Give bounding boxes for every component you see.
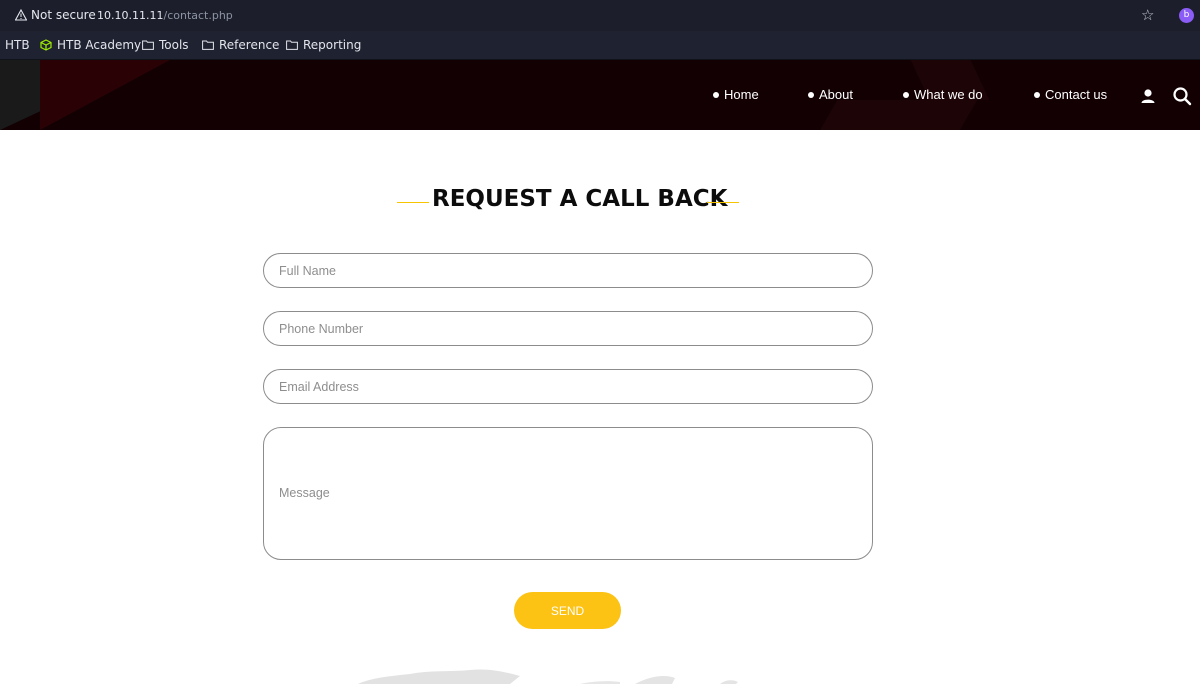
security-label: Not secure [31, 8, 96, 22]
url-host: 10.10.11.11 [97, 9, 164, 22]
profile-avatar[interactable]: b [1179, 8, 1194, 23]
full-name-input[interactable] [263, 253, 873, 288]
header-decoration [40, 60, 170, 130]
bookmark-htb[interactable]: HTB [5, 38, 30, 52]
nav-label: Home [724, 87, 759, 102]
site-header: Home About What we do Contact us [0, 60, 1200, 130]
url-path: /contact.php [163, 9, 233, 22]
heading-divider-right [707, 202, 739, 203]
send-button[interactable]: SEND [514, 592, 621, 629]
folder-icon [142, 40, 154, 50]
bookmark-label: Reference [219, 38, 280, 52]
nav-about[interactable]: About [808, 87, 853, 102]
nav-label: Contact us [1045, 87, 1108, 102]
warning-icon [15, 9, 27, 21]
security-indicator[interactable]: Not secure [15, 8, 96, 22]
bookmark-htb-academy[interactable]: HTB Academy [40, 38, 141, 52]
bookmark-label: HTB Academy [57, 38, 142, 52]
nav-label: What we do [914, 87, 983, 102]
browser-address-bar: Not secure 10.10.11.11/contact.php ☆ b [0, 0, 1200, 31]
bookmark-reporting[interactable]: Reporting [286, 38, 361, 52]
form-heading: REQUEST A CALL BACK [0, 186, 1200, 218]
bookmark-label: HTB [5, 38, 30, 52]
htb-cube-icon [40, 39, 52, 51]
bookmark-label: Tools [159, 38, 189, 52]
folder-icon [286, 40, 298, 50]
url-field[interactable]: 10.10.11.11/contact.php [97, 9, 233, 22]
header-decoration [802, 100, 978, 130]
email-address-input[interactable] [263, 369, 873, 404]
phone-number-input[interactable] [263, 311, 873, 346]
bullet-icon [713, 91, 719, 98]
nav-label: About [819, 87, 853, 102]
bullet-icon [808, 91, 814, 98]
bookmark-tools[interactable]: Tools [142, 38, 189, 52]
bullet-icon [1034, 91, 1040, 98]
user-icon[interactable] [1140, 88, 1156, 104]
folder-icon [202, 40, 214, 50]
nav-contact-us[interactable]: Contact us [1034, 87, 1107, 102]
bookmark-label: Reporting [303, 38, 362, 52]
nav-what-we-do[interactable]: What we do [903, 87, 983, 102]
world-map-graphic [358, 669, 738, 684]
message-textarea[interactable] [263, 427, 873, 560]
bullet-icon [903, 91, 909, 98]
heading-divider-left [397, 202, 429, 203]
bookmarks-bar: HTB HTB Academy Tools Reference Reportin… [0, 31, 1200, 60]
bookmark-reference[interactable]: Reference [202, 38, 279, 52]
search-icon[interactable] [1172, 86, 1192, 106]
page-title: REQUEST A CALL BACK [432, 186, 728, 212]
bookmark-star-icon[interactable]: ☆ [1141, 6, 1154, 24]
nav-home[interactable]: Home [713, 87, 759, 102]
